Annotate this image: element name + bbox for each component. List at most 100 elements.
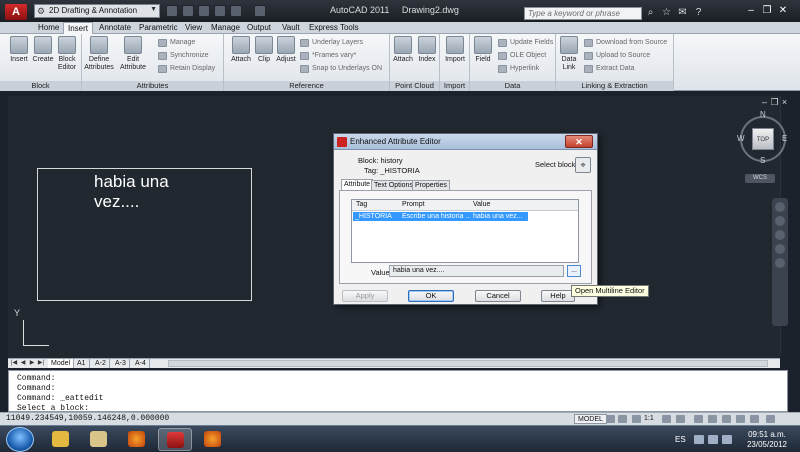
quick-view-drawings-icon[interactable]: [618, 415, 627, 423]
quick-view-layouts-icon[interactable]: [606, 415, 615, 423]
coordinate-readout[interactable]: 11049.234549,10059.146248,0.000000: [6, 414, 169, 423]
model-space-toggle[interactable]: MODEL: [574, 414, 607, 424]
compass-east[interactable]: E: [782, 134, 787, 143]
tab-output[interactable]: Output: [243, 22, 275, 34]
annotation-scale[interactable]: 1:1: [644, 414, 654, 424]
tab-model[interactable]: Model: [48, 359, 75, 368]
panel-title-data[interactable]: Data: [470, 81, 555, 91]
viewport-close-icon[interactable]: ×: [780, 98, 789, 107]
tab-insert[interactable]: Insert: [63, 22, 94, 34]
tab-manage[interactable]: Manage: [207, 22, 244, 34]
point-cloud-attach-button[interactable]: Attach: [390, 36, 416, 64]
undo-icon[interactable]: [214, 5, 226, 17]
edit-attribute-button[interactable]: Edit Attribute: [118, 36, 148, 72]
minimize-button[interactable]: –: [744, 4, 758, 18]
tab-layout-a1[interactable]: A1: [74, 359, 90, 368]
language-indicator[interactable]: ES: [675, 435, 686, 444]
snap-underlays-dropdown[interactable]: Snap to Underlays ON: [300, 63, 382, 74]
adjust-button[interactable]: Adjust: [271, 36, 301, 64]
tab-parametric[interactable]: Parametric: [135, 22, 182, 34]
tab-express-tools[interactable]: Express Tools: [305, 22, 363, 34]
start-button[interactable]: [6, 427, 34, 452]
help-button[interactable]: Help: [541, 290, 575, 302]
command-window[interactable]: Command: Command: Command: _eattedit Sel…: [8, 370, 788, 413]
open-icon[interactable]: [182, 5, 194, 17]
data-link-button[interactable]: Data Link: [556, 36, 582, 72]
panel-title-attributes[interactable]: Attributes: [82, 81, 223, 91]
hyperlink-button[interactable]: Hyperlink: [498, 63, 539, 74]
import-button[interactable]: Import: [440, 36, 470, 64]
tab-layout-a3[interactable]: A-3: [112, 359, 130, 368]
workspace-dropdown[interactable]: ⚙ 2D Drafting & Annotation ▼: [34, 4, 160, 18]
compass-south[interactable]: S: [760, 156, 765, 165]
clean-screen-icon[interactable]: [766, 415, 775, 423]
synchronize-button[interactable]: Synchronize: [158, 50, 209, 61]
tab-view[interactable]: View: [181, 22, 206, 34]
column-header-value[interactable]: Value: [473, 201, 490, 208]
volume-icon[interactable]: [722, 435, 732, 444]
taskbar-item-explorer-folder[interactable]: [44, 428, 78, 451]
zoom-icon[interactable]: [775, 230, 785, 240]
panel-title-linking[interactable]: Linking & Extraction: [556, 81, 673, 91]
define-attributes-button[interactable]: Define Attributes: [84, 36, 114, 72]
application-menu-button[interactable]: A: [5, 4, 27, 20]
save-icon[interactable]: [198, 5, 210, 17]
workspace-switching-icon[interactable]: [694, 415, 703, 423]
next-layout-icon[interactable]: ▶: [28, 359, 36, 368]
orbit-icon[interactable]: [775, 244, 785, 254]
status-menu-icon[interactable]: [750, 415, 759, 423]
tab-annotate[interactable]: Annotate: [95, 22, 135, 34]
column-header-prompt[interactable]: Prompt: [402, 201, 425, 208]
compass-north[interactable]: N: [760, 110, 766, 119]
steering-wheel-icon[interactable]: [775, 202, 785, 212]
taskbar-item-firefox-2[interactable]: [196, 428, 230, 451]
tab-vault[interactable]: Vault: [278, 22, 304, 34]
taskbar-clock[interactable]: 09:51 a.m. 23/05/2012: [742, 430, 792, 450]
search-icon[interactable]: ⌕: [644, 7, 657, 19]
dialog-close-button[interactable]: ✕: [565, 135, 593, 148]
pan-icon[interactable]: [775, 216, 785, 226]
tab-layout-a2[interactable]: A-2: [92, 359, 110, 368]
tray-expand-icon[interactable]: [694, 435, 704, 444]
multiline-editor-button[interactable]: ...: [567, 265, 581, 277]
navigation-bar[interactable]: [772, 198, 788, 326]
isolate-objects-icon[interactable]: [736, 415, 745, 423]
panel-title-point-cloud[interactable]: Point Cloud: [390, 81, 439, 91]
plot-icon[interactable]: [254, 5, 266, 17]
tab-layout-a4[interactable]: A-4: [132, 359, 150, 368]
panel-title-reference[interactable]: Reference: [224, 81, 389, 91]
redo-icon[interactable]: [230, 5, 242, 17]
dialog-title-bar[interactable]: Enhanced Attribute Editor ✕: [334, 134, 597, 150]
attribute-row[interactable]: _HISTORIA Escribe una historia ... habia…: [353, 212, 528, 221]
previous-layout-icon[interactable]: ◀: [19, 359, 27, 368]
viewcube-top-face[interactable]: TOP: [752, 128, 774, 150]
retain-display-button[interactable]: Retain Display: [158, 63, 215, 74]
cancel-button[interactable]: Cancel: [475, 290, 521, 302]
upload-to-source-button[interactable]: Upload to Source: [584, 50, 650, 61]
taskbar-item-autocad[interactable]: [158, 428, 192, 451]
extract-data-button[interactable]: Extract Data: [584, 63, 635, 74]
frames-vary-dropdown[interactable]: *Frames vary*: [300, 50, 356, 61]
help-icon[interactable]: ?: [692, 7, 705, 19]
apply-button[interactable]: Apply: [342, 290, 388, 302]
showmotion-icon[interactable]: [775, 258, 785, 268]
auto-scale-icon[interactable]: [676, 415, 685, 423]
horizontal-scrollbar[interactable]: [168, 360, 768, 367]
close-button[interactable]: ✕: [776, 4, 790, 18]
block-editor-button[interactable]: Block Editor: [52, 36, 82, 72]
hardware-acceleration-icon[interactable]: [722, 415, 731, 423]
panel-title-block[interactable]: Block: [0, 81, 81, 91]
select-block-button[interactable]: ⌖: [575, 157, 591, 173]
search-input[interactable]: Type a keyword or phrase: [524, 7, 642, 20]
annotation-visibility-icon[interactable]: [662, 415, 671, 423]
taskbar-item-libraries[interactable]: [82, 428, 116, 451]
last-layout-icon[interactable]: ▶|: [37, 359, 45, 368]
drawing-attribute-text[interactable]: habia una vez....: [94, 172, 214, 212]
ok-button[interactable]: OK: [408, 290, 454, 302]
ole-object-button[interactable]: OLE Object: [498, 50, 546, 61]
attribute-list[interactable]: Tag Prompt Value _HISTORIA Escribe una h…: [351, 199, 579, 263]
manage-button[interactable]: Manage: [158, 37, 195, 48]
column-header-tag[interactable]: Tag: [356, 201, 367, 208]
tab-home[interactable]: Home: [34, 22, 63, 34]
network-icon[interactable]: [708, 435, 718, 444]
